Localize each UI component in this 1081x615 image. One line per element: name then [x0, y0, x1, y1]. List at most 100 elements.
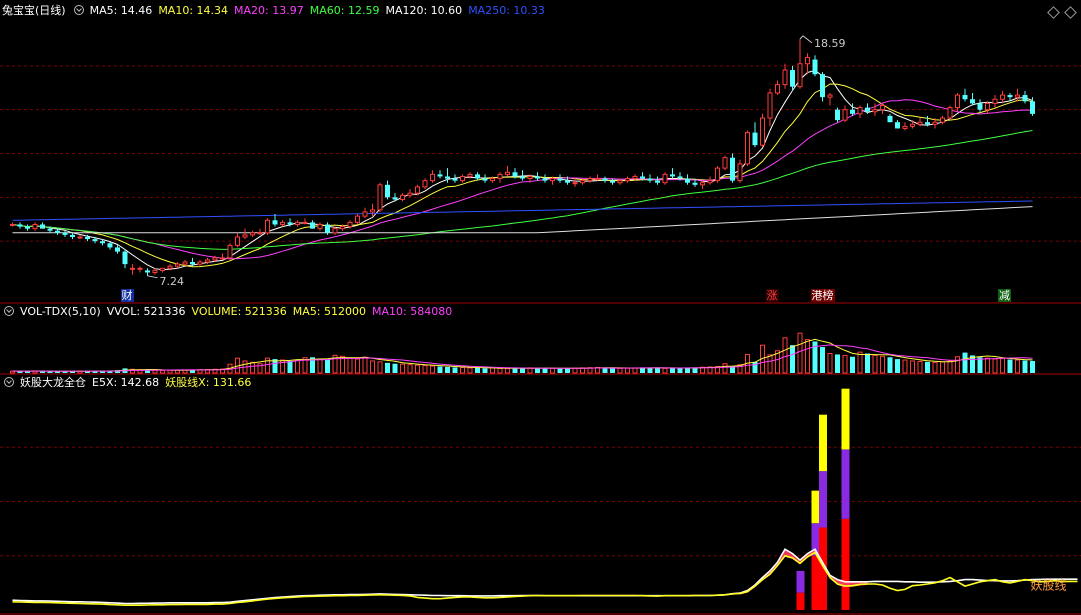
- candle-body: [685, 178, 690, 183]
- candle-body: [445, 176, 450, 179]
- candle-body: [370, 209, 375, 213]
- candle-body: [745, 132, 750, 165]
- candle-body: [17, 224, 23, 227]
- volume-bar: [632, 367, 638, 374]
- chart-grid: [0, 65, 1081, 615]
- candle-body: [625, 178, 630, 182]
- yao-line: [12, 551, 1078, 607]
- volume-ma5-line: [12, 338, 1033, 372]
- indicator-series: 妖股线: [12, 388, 1078, 610]
- volume-bar: [820, 347, 825, 373]
- vol-label-1: VOLUME: 521336: [191, 305, 287, 318]
- candle-body: [655, 180, 660, 183]
- ma-label-4: MA120: 10.60: [385, 4, 463, 17]
- candle-body: [640, 176, 645, 179]
- indicator-bar-yellow: [819, 414, 827, 472]
- candle-body: [317, 223, 323, 230]
- candle-body: [122, 251, 128, 265]
- candlestick-series: [10, 38, 1035, 276]
- candle-body: [955, 94, 960, 109]
- candle-body: [85, 236, 90, 240]
- candle-body: [77, 236, 83, 239]
- settings-knob-icon[interactable]: [73, 5, 84, 15]
- candle-body: [332, 228, 338, 234]
- candle-body: [850, 109, 855, 114]
- candle-body: [557, 178, 563, 181]
- volume-bar: [662, 367, 668, 374]
- candle-body: [722, 157, 728, 169]
- volume-bar: [317, 358, 323, 374]
- indicator-bar-yellow: [841, 388, 850, 450]
- candle-body: [385, 184, 390, 198]
- volume-bar: [512, 368, 518, 373]
- volume-bar: [250, 361, 255, 374]
- candle-body: [535, 176, 540, 179]
- candle-body: [677, 176, 683, 179]
- candle-body: [452, 178, 458, 181]
- volume-bar: [385, 362, 390, 373]
- candle-body: [475, 174, 480, 179]
- volume-bar: [520, 368, 525, 373]
- candle-body: [415, 186, 420, 194]
- volume-bar: [160, 369, 165, 374]
- candle-body: [325, 224, 330, 233]
- volume-bar: [767, 354, 773, 374]
- volume-bar: [400, 363, 405, 374]
- candle-body: [595, 178, 600, 181]
- candle-body: [100, 241, 105, 244]
- candle-body: [775, 84, 780, 94]
- candle-body: [962, 95, 968, 100]
- indicator-bar-red: [796, 592, 805, 610]
- candle-body: [820, 74, 825, 98]
- settings-knob-icon[interactable]: [4, 306, 14, 316]
- volume-bar: [625, 367, 630, 374]
- candle-body: [632, 175, 638, 180]
- volume-panel-header: VOL-TDX(5,10) VVOL: 521336 VOLUME: 521336 M…: [2, 305, 464, 319]
- volume-bar: [782, 337, 788, 374]
- volume-bar: [895, 359, 900, 373]
- settings-knob-icon[interactable]: [4, 377, 14, 387]
- volume-bar: [460, 366, 465, 374]
- candle-body: [190, 262, 195, 265]
- event-tag-2[interactable]: 港榜: [810, 289, 835, 302]
- volume-bar: [947, 360, 953, 374]
- volume-bar: [962, 352, 968, 373]
- event-tag-1[interactable]: 涨: [765, 289, 779, 302]
- candle-body: [872, 109, 878, 113]
- candle-body: [167, 265, 173, 269]
- volume-bar: [572, 367, 578, 374]
- volume-bar: [917, 360, 923, 374]
- high-price-label: 18.59: [814, 37, 846, 50]
- candle-body: [910, 123, 915, 127]
- candle-body: [970, 99, 975, 104]
- price-annotations: 18.59 7.24: [147, 35, 846, 288]
- volume-bars: [10, 332, 1035, 374]
- candle-body: [880, 104, 885, 111]
- volume-bar: [722, 363, 728, 374]
- volume-bar: [677, 367, 683, 373]
- indicator-bar-purple: [841, 449, 850, 519]
- volume-bar: [482, 368, 488, 373]
- candle-body: [505, 171, 510, 175]
- volume-bar: [430, 365, 435, 374]
- event-tag-0[interactable]: 财: [120, 289, 134, 302]
- volume-bar: [902, 359, 908, 374]
- candle-body: [107, 243, 113, 248]
- candle-body: [782, 69, 788, 86]
- event-tag-3[interactable]: 减: [998, 289, 1011, 302]
- volume-bar: [992, 358, 998, 374]
- volume-bar: [550, 367, 555, 374]
- candle-body: [1030, 101, 1035, 114]
- volume-bar: [925, 361, 930, 373]
- candle-body: [647, 178, 653, 181]
- moving-average-lines: [12, 69, 1033, 271]
- candle-body: [610, 180, 615, 183]
- candle-body: [340, 226, 345, 230]
- volume-title: VOL-TDX(5,10): [20, 305, 101, 318]
- candle-body: [175, 263, 180, 267]
- candle-body: [542, 178, 548, 181]
- volume-bar: [1007, 359, 1013, 373]
- volume-bar: [167, 369, 173, 374]
- candle-body: [400, 194, 405, 200]
- indicator-bar-yellow: [811, 490, 820, 524]
